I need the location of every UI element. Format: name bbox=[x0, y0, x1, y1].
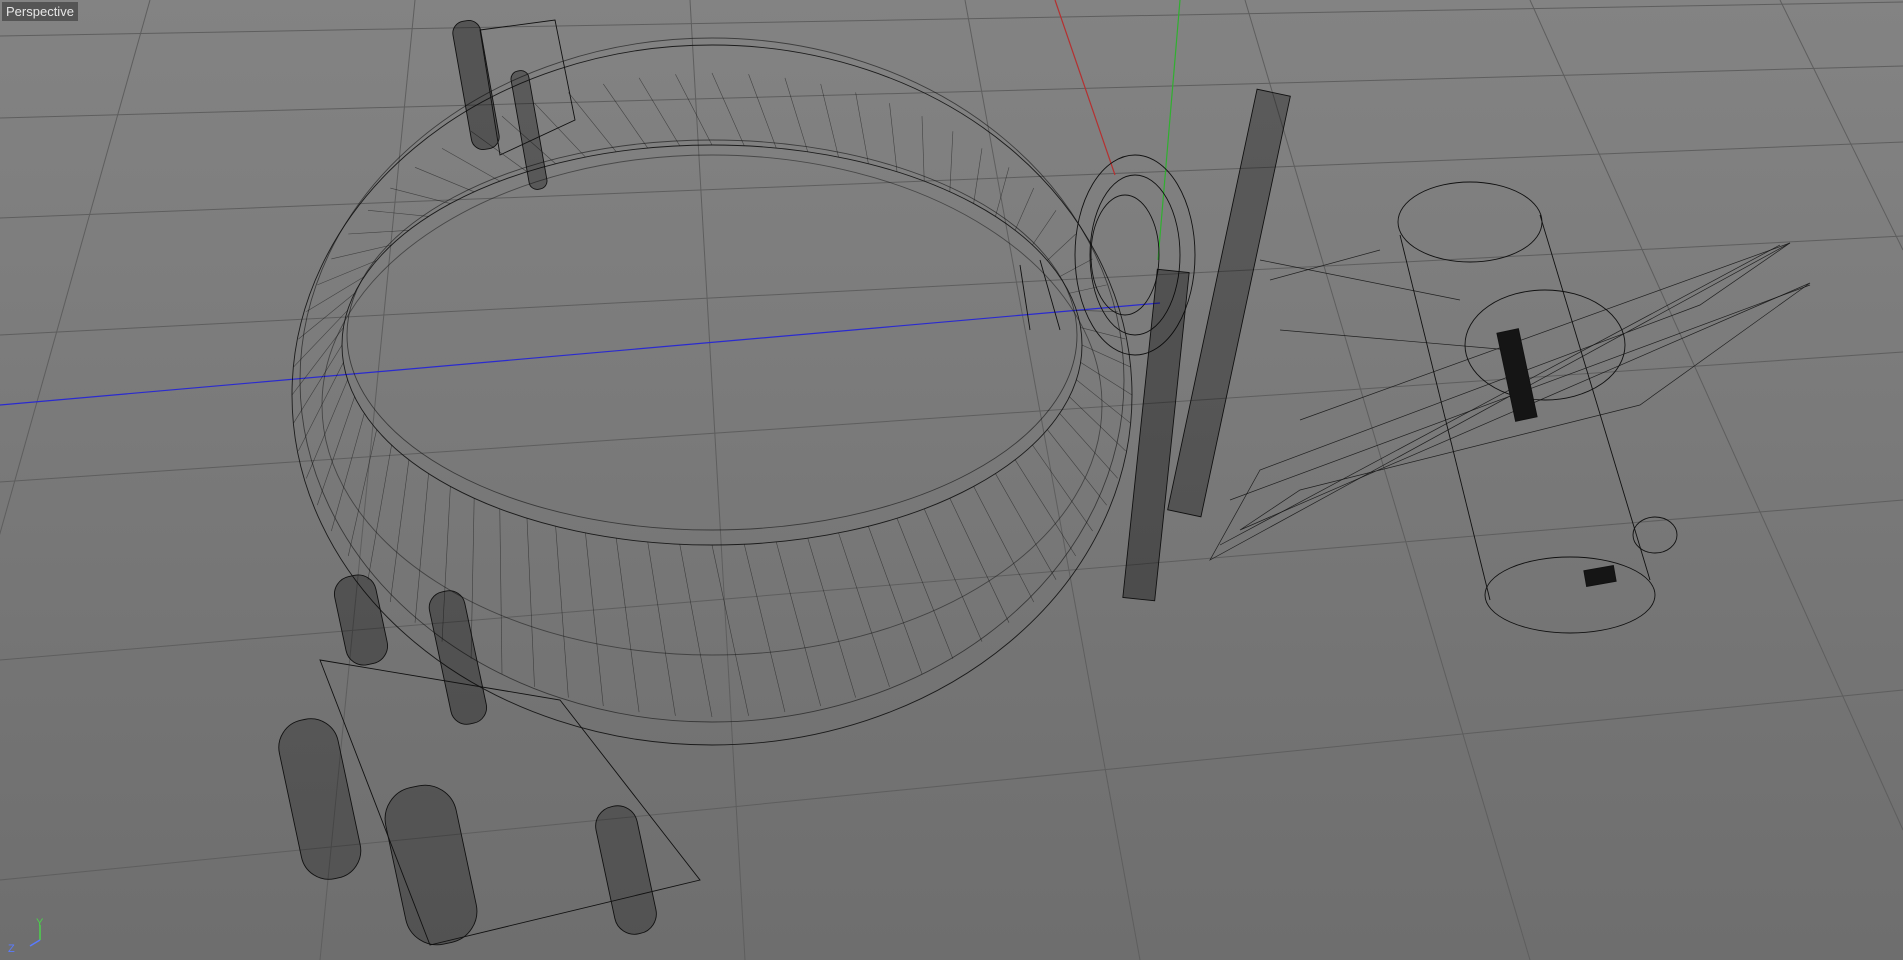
ring-wire-edge bbox=[995, 473, 1057, 580]
gizmo-z-axis bbox=[29, 939, 41, 947]
upper-tab-mesh[interactable] bbox=[451, 19, 576, 191]
ring-wire-edge bbox=[1076, 379, 1131, 424]
ring-wire-edge bbox=[838, 532, 890, 687]
ring-wire-edge bbox=[711, 544, 749, 716]
ring-wire-edge bbox=[921, 116, 925, 182]
gizmo-z-label: Z bbox=[8, 943, 15, 955]
ring-wire-edge bbox=[748, 74, 777, 149]
ring-wire-edge bbox=[949, 131, 954, 192]
hinge-mesh[interactable] bbox=[274, 572, 701, 951]
ring-wire-edge bbox=[534, 102, 586, 158]
ring-wire-edge bbox=[526, 518, 535, 687]
ring-wire-edge bbox=[889, 103, 898, 172]
ring-wire-edge bbox=[973, 148, 983, 204]
ring-wire-edge bbox=[414, 473, 429, 623]
ring-wire-edge bbox=[638, 77, 681, 146]
ring-wire-edge bbox=[775, 541, 821, 707]
ring-wire-edge bbox=[1059, 413, 1118, 479]
ring-wire-edge bbox=[784, 77, 809, 152]
ring-wire-edge bbox=[389, 459, 410, 603]
perspective-viewport[interactable]: Perspective Y Z bbox=[0, 0, 1903, 960]
ring-wire-edge bbox=[743, 544, 786, 713]
viewport-label[interactable]: Perspective bbox=[2, 2, 78, 21]
ring-wire-edge bbox=[995, 167, 1010, 217]
ring-wire-edge bbox=[923, 508, 983, 642]
ring-wire-edge bbox=[949, 498, 1010, 623]
ring-wire-edge bbox=[347, 429, 377, 557]
ground-grid bbox=[0, 0, 1903, 960]
ring-wire-edge bbox=[675, 74, 713, 146]
ring-wire-edge bbox=[441, 148, 500, 182]
ring-wire-edge bbox=[1032, 210, 1057, 246]
ring-wire-edge bbox=[1032, 444, 1093, 532]
ring-wire-edge bbox=[317, 396, 355, 506]
viewport-canvas[interactable]: Y Z bbox=[0, 0, 1903, 960]
ring-wire-edge bbox=[896, 518, 954, 659]
ring-wire-edge bbox=[1047, 233, 1076, 261]
axis-gizmo: Y Z bbox=[8, 917, 44, 955]
ring-wire-edge bbox=[367, 444, 392, 580]
z-axis-line bbox=[0, 302, 1161, 406]
ring-wire-edge bbox=[1014, 459, 1076, 557]
y-axis-line bbox=[1157, 0, 1181, 261]
ring-wire-edge bbox=[331, 244, 392, 260]
ring-wire-edge bbox=[679, 544, 713, 718]
ring-wire-edge bbox=[367, 210, 429, 217]
ring-wire-edge bbox=[499, 508, 503, 674]
ring-wire-edge bbox=[1014, 187, 1035, 231]
ring-wire-edge bbox=[615, 538, 640, 713]
gizmo-y-label: Y bbox=[36, 917, 44, 929]
spike-mesh[interactable] bbox=[1209, 242, 1811, 561]
ring-wire-edge bbox=[414, 167, 475, 193]
ring-wire-edge bbox=[711, 72, 745, 146]
ring-wire-edge bbox=[317, 260, 377, 286]
ring-wire-edge bbox=[585, 532, 604, 707]
ring-wire-edge bbox=[647, 541, 676, 716]
ring-wire-edge bbox=[1069, 284, 1107, 294]
world-axes bbox=[0, 0, 1181, 406]
ring-wire-edge bbox=[855, 92, 869, 164]
ring-wire-edge bbox=[603, 83, 648, 149]
ring-wire-edge bbox=[868, 526, 923, 674]
